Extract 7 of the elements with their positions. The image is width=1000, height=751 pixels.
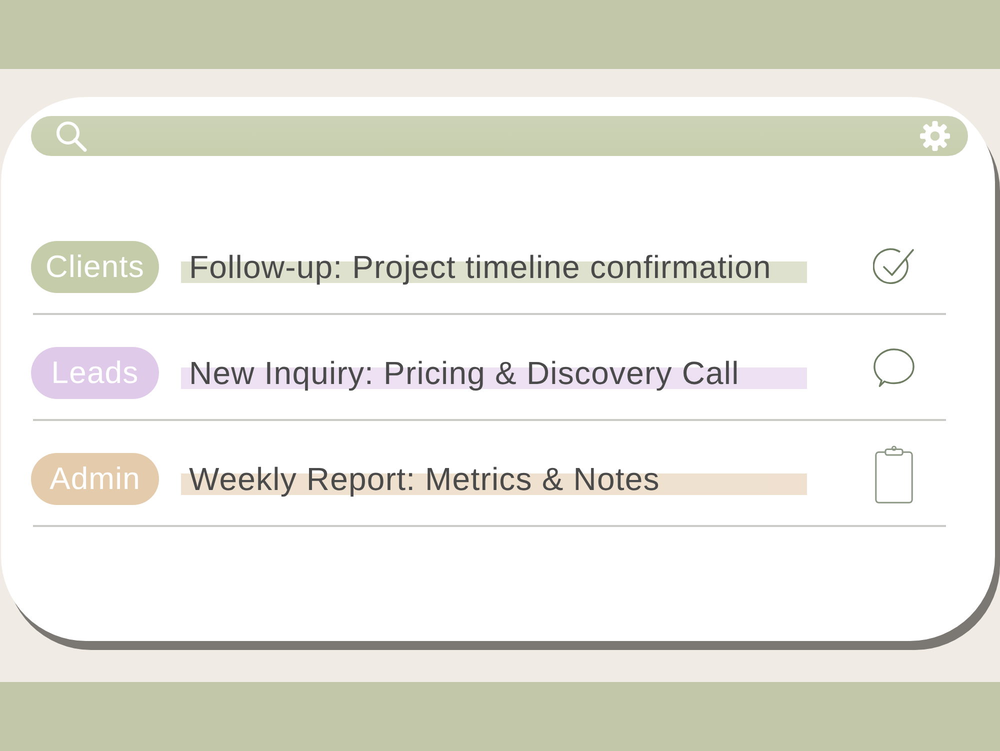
- search-icon: [55, 120, 87, 152]
- search-field[interactable]: [31, 116, 968, 156]
- category-tag: Clients: [31, 241, 159, 293]
- clipboard-icon: [874, 445, 914, 505]
- category-tag: Admin: [31, 453, 159, 505]
- check-circle-icon: [873, 247, 915, 287]
- speech-bubble-icon: [873, 347, 915, 389]
